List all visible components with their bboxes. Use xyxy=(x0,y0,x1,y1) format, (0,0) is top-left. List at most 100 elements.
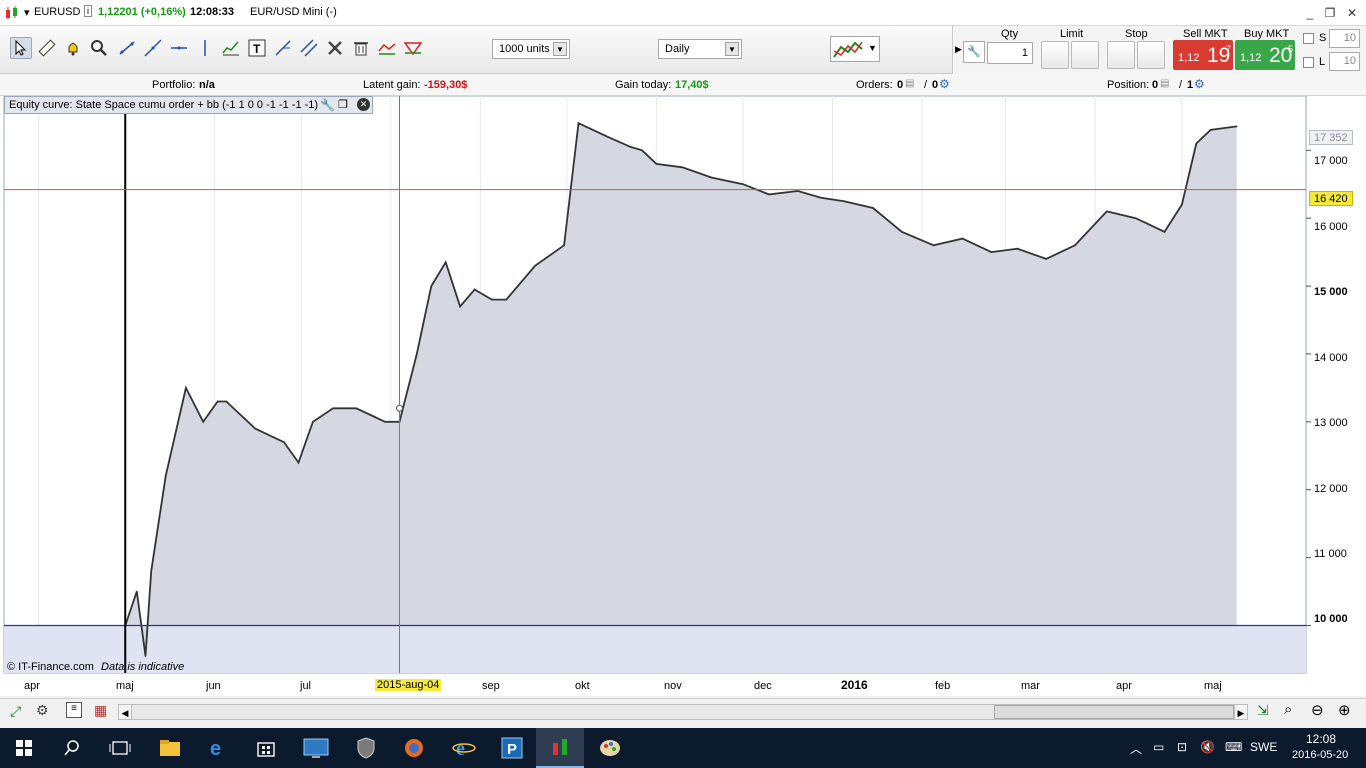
scrollbar-thumb[interactable] xyxy=(994,705,1234,719)
channel-icon[interactable] xyxy=(298,37,320,59)
restore-icon[interactable]: ❐ xyxy=(1320,4,1340,22)
scroll-left-icon[interactable]: ◀ xyxy=(118,704,132,720)
indicators-icon[interactable]: ⚙ xyxy=(36,702,49,719)
internet-explorer-icon[interactable]: e xyxy=(440,728,488,768)
file-explorer-icon[interactable] xyxy=(146,728,194,768)
clock-date[interactable]: 2016-05-20 xyxy=(1292,749,1348,761)
gears-icon[interactable]: ⚙ xyxy=(1194,77,1205,91)
language-indicator[interactable]: SWE xyxy=(1250,740,1277,754)
s-checkbox[interactable] xyxy=(1303,33,1314,44)
line-icon[interactable] xyxy=(142,37,164,59)
clock-time[interactable]: 12:08 xyxy=(1306,732,1336,746)
dropdown-arrow-icon[interactable]: ▾ xyxy=(24,6,30,19)
panel-expand-icon[interactable]: ▶ xyxy=(955,44,962,55)
chevron-down-icon[interactable]: ▼ xyxy=(868,43,877,53)
volume-mute-icon[interactable]: 🔇 xyxy=(1200,740,1215,754)
task-view-icon[interactable] xyxy=(96,728,144,768)
keyboard-icon[interactable]: ⌨ xyxy=(1225,740,1242,754)
battery-icon[interactable]: ▭ xyxy=(1153,740,1164,754)
document-icon[interactable]: ▤ xyxy=(905,78,914,89)
zoom-in-icon[interactable]: ⊕ xyxy=(1338,701,1351,719)
y-tick-label: 11 000 xyxy=(1314,548,1347,560)
windows-start-icon[interactable] xyxy=(0,728,48,768)
symbol-label[interactable]: EURUSD xyxy=(34,6,80,18)
period-select[interactable]: Daily ▼ xyxy=(658,39,742,59)
equity-data-point xyxy=(1195,142,1198,145)
fibonacci-icon[interactable] xyxy=(272,37,294,59)
prorealtime-icon[interactable]: P xyxy=(488,728,536,768)
list-icon[interactable]: ≡ xyxy=(66,702,82,718)
remote-desktop-icon[interactable] xyxy=(292,728,340,768)
zoom-fit-icon[interactable]: ⇲ xyxy=(1257,702,1269,719)
l-input[interactable]: 10 xyxy=(1329,52,1360,71)
ruler-icon[interactable] xyxy=(36,37,58,59)
buy-market-button[interactable]: 1,12 20 5 xyxy=(1235,40,1295,70)
chevron-down-icon[interactable]: ▼ xyxy=(553,42,567,56)
shield-app-icon[interactable] xyxy=(342,728,390,768)
orders-count-b[interactable]: 0 xyxy=(932,79,938,91)
info-icon[interactable]: i xyxy=(84,5,92,17)
trash-icon[interactable] xyxy=(350,37,372,59)
search-icon[interactable] xyxy=(48,728,96,768)
close-icon[interactable]: ✕ xyxy=(357,98,370,111)
document-icon[interactable]: ▤ xyxy=(1160,78,1169,89)
units-value: 1000 units xyxy=(499,43,550,55)
paint-icon[interactable] xyxy=(586,728,634,768)
close-icon[interactable]: ✕ xyxy=(1342,4,1362,22)
portfolio-info-bar: Portfolio: n/a Latent gain: -159,30$ Gai… xyxy=(0,74,1366,96)
sell-market-button[interactable]: 1,12 19 7 xyxy=(1173,40,1233,70)
alarm-bell-icon[interactable] xyxy=(62,37,84,59)
pattern-icon[interactable] xyxy=(402,37,424,59)
trading-chart-icon[interactable] xyxy=(536,728,584,768)
wrench-icon[interactable]: 🔧 xyxy=(963,41,985,63)
network-icon[interactable]: ⊡ xyxy=(1177,740,1187,754)
position-count-b[interactable]: 1 xyxy=(1187,79,1193,91)
scroll-right-icon[interactable]: ▶ xyxy=(1234,704,1248,720)
store-icon[interactable] xyxy=(242,728,290,768)
edge-icon[interactable]: e xyxy=(194,728,242,768)
horizontal-line-icon[interactable] xyxy=(168,37,190,59)
indicator-legend[interactable]: Equity curve: State Space cumu order + b… xyxy=(4,96,373,114)
expand-icon[interactable]: ⤢ xyxy=(10,703,21,720)
indicator-icon[interactable] xyxy=(220,37,242,59)
stop-buy-button[interactable] xyxy=(1107,41,1135,69)
chart-style-button[interactable]: ▼ xyxy=(830,36,880,62)
gears-icon[interactable]: ⚙ xyxy=(939,77,950,91)
l-checkbox[interactable] xyxy=(1303,57,1314,68)
zigzag-icon[interactable] xyxy=(376,37,398,59)
stop-sell-button[interactable] xyxy=(1137,41,1165,69)
chevron-up-icon[interactable]: ︿ xyxy=(1130,740,1142,757)
zoom-icon[interactable] xyxy=(88,37,110,59)
trendline-icon[interactable] xyxy=(116,37,138,59)
qty-input[interactable]: 1 xyxy=(987,42,1033,64)
tools-icon[interactable] xyxy=(324,37,346,59)
firefox-icon[interactable] xyxy=(390,728,438,768)
zoom-auto-icon[interactable]: ⌕ xyxy=(1284,701,1292,718)
equity-data-point xyxy=(491,298,493,301)
copyright-text: © IT-Finance.com xyxy=(7,661,94,673)
equity-data-point xyxy=(797,190,799,192)
equity-data-point xyxy=(202,421,204,423)
minimize-icon[interactable]: _ xyxy=(1300,4,1320,22)
units-select[interactable]: 1000 units ▼ xyxy=(492,39,570,59)
position-count-a[interactable]: 0 xyxy=(1152,79,1158,91)
limit-buy-button[interactable] xyxy=(1041,41,1069,69)
layers-icon[interactable]: ▦ xyxy=(94,702,107,719)
x-tick-label: okt xyxy=(575,680,590,692)
chart-area[interactable] xyxy=(0,96,1366,696)
text-tool-icon[interactable]: T xyxy=(246,37,268,59)
windows-taskbar: e e P ︿ ▭ ⊡ 🔇 ⌨ SWE 12:08 2016-05-20 xyxy=(0,728,1366,768)
chevron-down-icon[interactable]: ▼ xyxy=(725,42,739,56)
pointer-icon[interactable] xyxy=(10,37,32,59)
cursor-value-tag: 16 420 xyxy=(1309,191,1353,206)
vertical-line-icon[interactable] xyxy=(194,37,216,59)
orders-count-a[interactable]: 0 xyxy=(897,79,903,91)
zoom-out-icon[interactable]: ⊖ xyxy=(1311,701,1324,719)
limit-sell-button[interactable] xyxy=(1071,41,1099,69)
candlestick-icon[interactable] xyxy=(4,6,20,20)
equity-curve-chart[interactable] xyxy=(0,96,1366,696)
price-change: 1,12201 (+0,16%) xyxy=(98,6,186,18)
wrench-icon[interactable]: 🔧 xyxy=(320,98,335,112)
s-input[interactable]: 10 xyxy=(1329,29,1360,48)
window-icon[interactable]: ❐ xyxy=(338,98,348,111)
